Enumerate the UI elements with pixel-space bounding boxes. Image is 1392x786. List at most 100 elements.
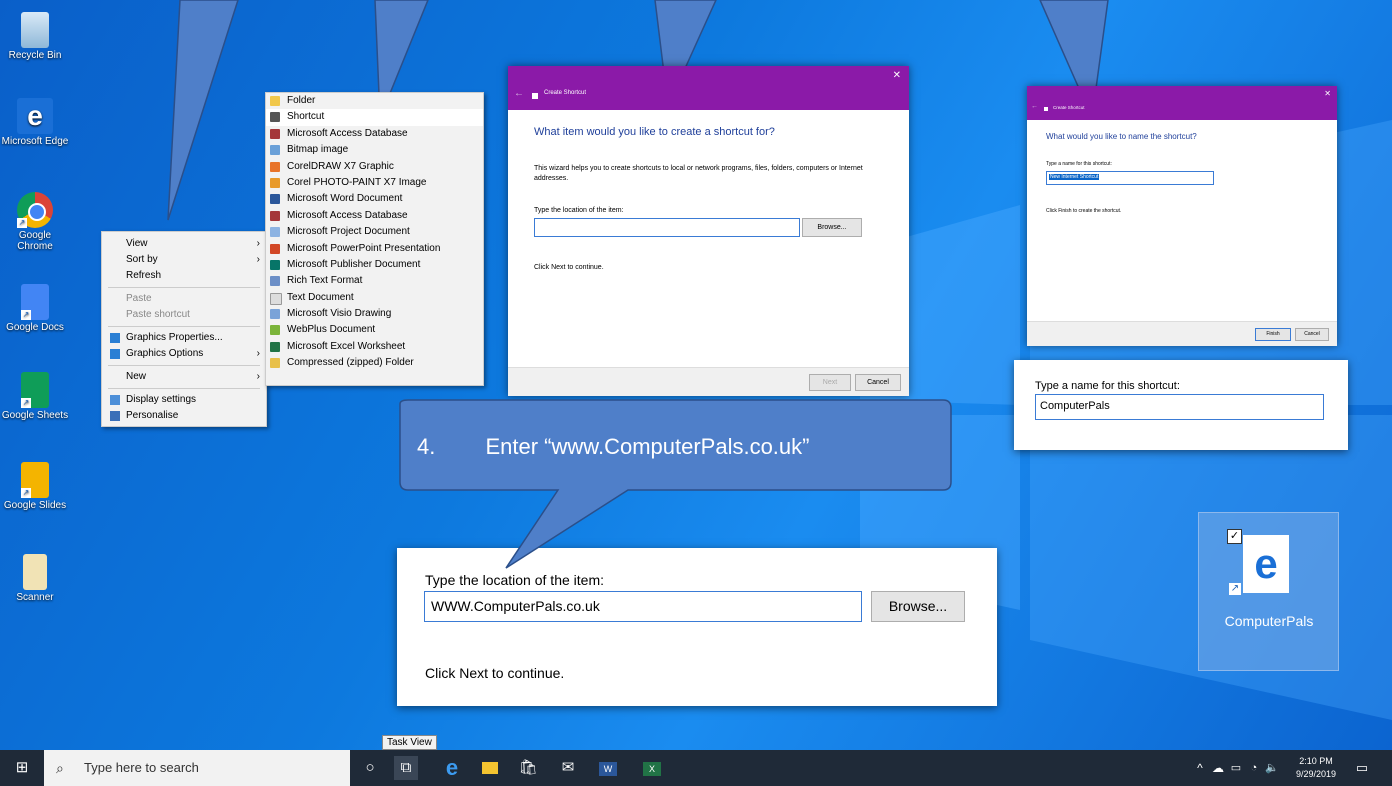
edge-icon: e (1243, 535, 1289, 593)
dialog-heading: What item would you like to create a sho… (534, 126, 775, 138)
chevron-right-icon: › (256, 254, 260, 265)
submenu-item-word[interactable]: Microsoft Word Document (266, 191, 483, 207)
submenu-item-rtf[interactable]: Rich Text Format (266, 273, 483, 289)
dialog-hint: Click Next to continue. (425, 665, 565, 681)
excel-taskbar-icon[interactable]: X (640, 756, 664, 780)
name-label: Type a name for this shortcut: (1035, 380, 1180, 392)
dialog-title: Create Shortcut (544, 90, 587, 96)
desktop-icon-slides[interactable]: ↗ Google Slides (0, 462, 70, 511)
start-windows-icon[interactable]: ⊞ (10, 756, 34, 780)
word-icon (270, 194, 280, 205)
graphics-icon (110, 333, 120, 343)
menu-item-view[interactable]: View › (102, 236, 266, 252)
docs-icon: ↗ (21, 284, 49, 320)
menu-item-paste-shortcut: Paste shortcut (126, 309, 190, 320)
submenu-item-shortcut[interactable]: Shortcut (266, 109, 483, 126)
text-document-icon (270, 292, 282, 305)
location-input[interactable] (534, 218, 800, 237)
name-label: Type a name for this shortcut: (1046, 161, 1112, 167)
search-icon: ⌕ (56, 760, 64, 776)
close-icon[interactable]: ✕ (893, 70, 901, 81)
menu-separator (108, 365, 260, 366)
submenu-item-bitmap[interactable]: Bitmap image (266, 142, 483, 158)
edge-taskbar-icon[interactable]: e (440, 756, 464, 780)
volume-icon[interactable]: 🔈 (1260, 756, 1284, 780)
desktop-icon-sheets[interactable]: ↗ Google Sheets (0, 372, 70, 421)
menu-item-refresh[interactable]: Refresh (102, 268, 266, 284)
desktop-context-menu: View › Sort by › Refresh Paste Paste short… (101, 231, 267, 427)
clock[interactable]: 2:10 PM 9/29/2019 (1292, 755, 1340, 781)
browse-button[interactable]: Browse... (802, 218, 862, 237)
cortana-icon[interactable]: ○ (358, 756, 382, 780)
scanner-icon (23, 554, 47, 590)
menu-item-personalise[interactable]: Personalise (102, 408, 266, 424)
submenu-item-excel[interactable]: Microsoft Excel Worksheet (266, 339, 483, 355)
access-icon (270, 128, 280, 139)
computerpals-shortcut-icon[interactable]: ✓ e ↗ ComputerPals (1198, 512, 1339, 671)
dialog-titlebar: ← Create Shortcut ✕ (1027, 86, 1337, 120)
webplus-icon (270, 325, 280, 336)
desktop[interactable]: Recycle Bin e Microsoft Edge ↗ Google Ch… (0, 0, 1392, 786)
close-icon[interactable]: ✕ (1324, 89, 1331, 98)
name-input[interactable]: New Internet Shortcut (1046, 171, 1214, 185)
taskbar-search-box[interactable]: ⌕ Type here to search (44, 750, 350, 786)
task-view-icon[interactable]: ⧉ (394, 756, 418, 780)
desktop-icon-scanner[interactable]: Scanner (0, 554, 70, 603)
shortcut-icon (270, 112, 280, 123)
menu-separator (108, 388, 260, 389)
word-taskbar-icon[interactable]: W (596, 756, 620, 780)
file-explorer-icon[interactable] (478, 756, 502, 780)
cancel-button[interactable]: Cancel (1295, 328, 1329, 341)
menu-item-graphics-options[interactable]: Graphics Options › (102, 346, 266, 362)
cancel-button[interactable]: Cancel (855, 374, 901, 391)
next-button[interactable]: Next (809, 374, 851, 391)
menu-separator (108, 326, 260, 327)
notifications-icon[interactable]: ▭ (1350, 756, 1374, 780)
name-input[interactable]: ComputerPals (1035, 394, 1324, 420)
back-arrow-icon[interactable]: ← (1031, 103, 1038, 110)
desktop-icon-docs[interactable]: ↗ Google Docs (0, 284, 70, 333)
finish-button[interactable]: Finish (1255, 328, 1291, 341)
submenu-item-powerpoint[interactable]: Microsoft PowerPoint Presentation (266, 241, 483, 257)
shortcut-arrow-icon: ↗ (1229, 583, 1241, 595)
dialog-hint: Click Next to continue. (534, 264, 604, 271)
bitmap-icon (270, 145, 280, 156)
submenu-item-project[interactable]: Microsoft Project Document (266, 224, 483, 240)
menu-item-graphics-properties[interactable]: Graphics Properties... (102, 330, 266, 346)
menu-item-sort-by[interactable]: Sort by › (102, 252, 266, 268)
submenu-item-visio[interactable]: Microsoft Visio Drawing (266, 306, 483, 322)
submenu-item-access[interactable]: Microsoft Access Database (266, 126, 483, 142)
menu-item-display-settings[interactable]: Display settings (102, 392, 266, 408)
submenu-item-folder[interactable]: Folder (266, 93, 483, 109)
taskbar: ⊞ ⌕ Type here to search ○ ⧉ e 🛍 ✉ W X ^ … (0, 750, 1392, 786)
location-label: Type the location of the item: (534, 207, 624, 214)
dialog-hint: Click Finish to create the shortcut. (1046, 208, 1122, 214)
submenu-item-coreldraw[interactable]: CorelDRAW X7 Graphic (266, 159, 483, 175)
shortcut-label: ComputerPals (1224, 613, 1314, 629)
powerpoint-icon (270, 243, 280, 254)
desktop-icon-label: Google Slides (3, 500, 67, 511)
dialog-footer: Next Cancel (508, 367, 909, 396)
personalise-icon (110, 411, 120, 421)
graphics-icon (110, 349, 120, 359)
display-icon (110, 395, 120, 405)
task-view-tooltip: Task View (382, 735, 437, 750)
submenu-item-webplus[interactable]: WebPlus Document (266, 322, 483, 338)
submenu-item-corel-photo-paint[interactable]: Corel PHOTO-PAINT X7 Image (266, 175, 483, 191)
access-icon (270, 210, 280, 221)
dialog-heading: What would you like to name the shortcut… (1046, 132, 1197, 141)
checkbox-icon[interactable]: ✓ (1227, 529, 1242, 544)
submenu-item-text[interactable]: Text Document (266, 290, 483, 306)
submenu-item-access-2[interactable]: Microsoft Access Database (266, 208, 483, 224)
publisher-icon (270, 259, 280, 270)
store-icon[interactable]: 🛍 (516, 756, 540, 780)
mail-icon[interactable]: ✉ (556, 756, 580, 780)
menu-item-paste: Paste (126, 293, 152, 304)
submenu-item-publisher[interactable]: Microsoft Publisher Document (266, 257, 483, 273)
menu-item-new[interactable]: New › (102, 369, 266, 385)
callout-text: 4. Enter “www.ComputerPals.co.uk” (417, 434, 810, 459)
dialog-titlebar: ← Create Shortcut ✕ (508, 66, 909, 110)
back-arrow-icon[interactable]: ← (514, 88, 524, 99)
submenu-item-zip[interactable]: Compressed (zipped) Folder (266, 355, 483, 371)
menu-separator (108, 287, 260, 288)
